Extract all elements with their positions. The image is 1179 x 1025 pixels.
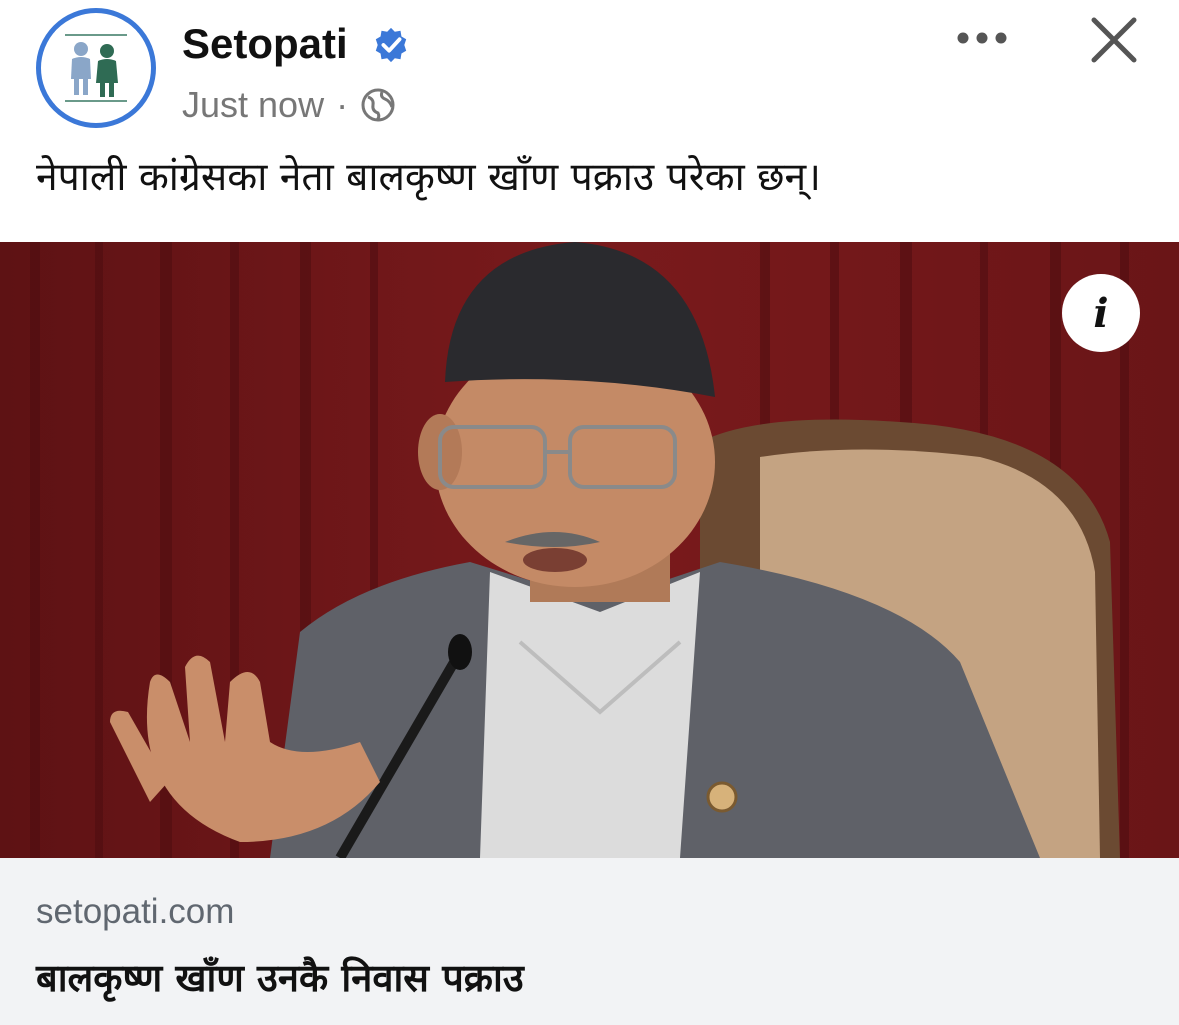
- meta-separator: ·: [336, 84, 349, 125]
- more-options-icon[interactable]: [954, 22, 1010, 54]
- post-header: Setopati Just now · नेपाली कांग्रेसका ने…: [0, 0, 1179, 240]
- close-icon[interactable]: [1086, 12, 1142, 68]
- page-avatar[interactable]: [36, 8, 156, 128]
- globe-icon: [361, 88, 395, 122]
- news-photo: [0, 242, 1179, 858]
- post-photo[interactable]: [0, 242, 1179, 858]
- setopati-logo: [55, 29, 137, 109]
- link-domain: setopati.com: [36, 892, 235, 931]
- page-name[interactable]: Setopati: [182, 16, 348, 72]
- post-timestamp[interactable]: Just now: [182, 84, 324, 126]
- post-meta: Just now ·: [182, 80, 396, 130]
- info-icon[interactable]: i: [1062, 274, 1140, 352]
- post-caption: नेपाली कांग्रेसका नेता बालकृष्ण खाँण पक्…: [36, 155, 821, 200]
- verified-badge-icon: [375, 27, 407, 63]
- link-headline[interactable]: बालकृष्ण खाँण उनकै निवास पक्राउ: [36, 946, 524, 1010]
